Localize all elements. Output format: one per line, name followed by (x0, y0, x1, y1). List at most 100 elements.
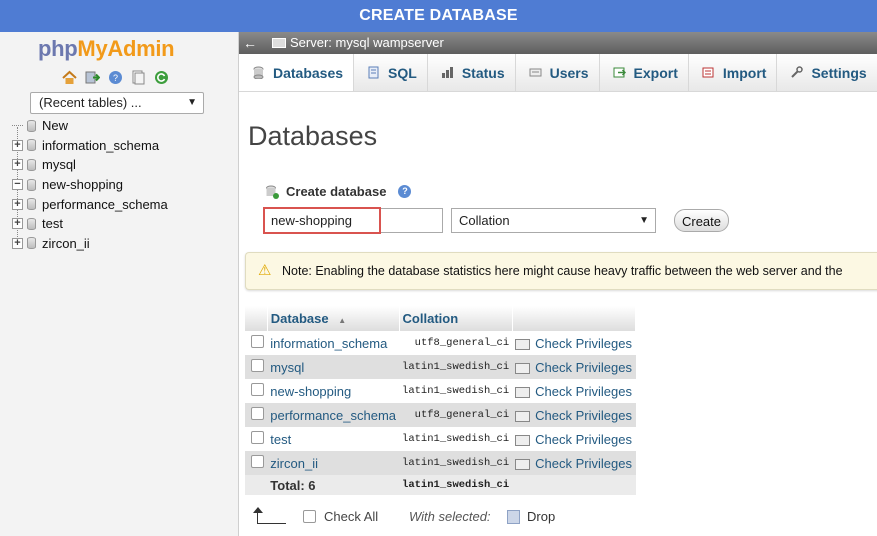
table-row: mysql latin1_swedish_ci Check Privileges (245, 355, 636, 379)
tree-item-label[interactable]: new-shopping (42, 177, 123, 192)
tab-label: Import (722, 64, 767, 81)
tree-item-test[interactable]: + test (0, 214, 238, 234)
back-arrow-icon[interactable]: ← (243, 32, 257, 54)
check-privileges-link[interactable]: Check Privileges (512, 355, 636, 379)
row-checkbox[interactable] (251, 383, 264, 396)
check-all-checkbox[interactable] (303, 510, 316, 523)
expand-icon[interactable]: + (12, 198, 23, 210)
collation-select[interactable]: Collation ▼ (451, 208, 656, 233)
tree-item-label[interactable]: mysql (42, 157, 76, 172)
check-privileges-label[interactable]: Check Privileges (535, 360, 632, 375)
settings-icon (791, 66, 804, 78)
expand-icon[interactable]: + (12, 139, 23, 151)
tree-item-new[interactable]: New (0, 116, 238, 136)
row-checkbox[interactable] (251, 431, 264, 444)
check-privileges-label[interactable]: Check Privileges (535, 384, 632, 399)
tree-item-label[interactable]: performance_schema (42, 197, 168, 212)
tab-label: Users (549, 64, 589, 81)
check-privileges-label[interactable]: Check Privileges (535, 408, 632, 423)
database-link[interactable]: information_schema (270, 336, 387, 351)
database-link[interactable]: test (270, 432, 291, 447)
row-checkbox[interactable] (251, 455, 264, 468)
tab-label: Status (461, 64, 505, 81)
tree-item-label[interactable]: zircon_ii (42, 236, 90, 251)
check-privileges-link[interactable]: Check Privileges (512, 403, 636, 427)
check-all-control[interactable]: Check All (303, 509, 378, 524)
page-title: Databases (248, 121, 378, 151)
header-database[interactable]: Database ▲ (267, 306, 400, 331)
privileges-icon (515, 410, 531, 422)
logo-php-text: php (38, 36, 78, 61)
table-row: zircon_ii latin1_swedish_ci Check Privil… (245, 451, 636, 475)
collation-value: utf8_general_ci (399, 403, 513, 427)
tree-item-mysql[interactable]: + mysql (0, 155, 238, 175)
docs-icon[interactable] (131, 70, 146, 85)
database-tree: New + information_schema + mysql − new-s… (0, 116, 238, 253)
check-privileges-label[interactable]: Check Privileges (535, 336, 632, 351)
tree-item-label[interactable]: New (42, 118, 68, 133)
expand-icon[interactable]: + (12, 218, 23, 230)
check-privileges-link[interactable]: Check Privileges (512, 331, 636, 355)
header-database-label[interactable]: Database (271, 311, 329, 326)
database-icon (27, 158, 36, 171)
reload-icon[interactable] (154, 70, 169, 85)
table-row: information_schema utf8_general_ci Check… (245, 331, 636, 355)
collation-value: utf8_general_ci (399, 331, 513, 355)
tab-export[interactable]: Export (599, 54, 689, 91)
row-checkbox[interactable] (251, 335, 264, 348)
status-icon (441, 67, 453, 78)
table-row: test latin1_swedish_ci Check Privileges (245, 427, 636, 451)
tab-sql[interactable]: SQL (354, 54, 428, 91)
tab-label: Settings (811, 64, 867, 81)
logout-icon[interactable] (85, 70, 100, 85)
tab-databases[interactable]: Databases (239, 54, 355, 91)
tab-status[interactable]: Status (427, 54, 516, 91)
tree-item-zircon-ii[interactable]: + zircon_ii (0, 234, 238, 254)
logo-admin-text: MyAdmin (77, 36, 175, 61)
drop-label[interactable]: Drop (527, 509, 555, 524)
check-all-label[interactable]: Check All (324, 509, 378, 524)
check-privileges-link[interactable]: Check Privileges (512, 451, 636, 475)
home-icon[interactable] (62, 70, 77, 85)
collation-value: latin1_swedish_ci (399, 427, 513, 451)
collation-select-value: Collation (459, 213, 510, 228)
create-database-heading: Create database ? (265, 184, 412, 199)
database-link[interactable]: new-shopping (270, 384, 351, 399)
check-privileges-link[interactable]: Check Privileges (512, 379, 636, 403)
check-privileges-link[interactable]: Check Privileges (512, 427, 636, 451)
server-breadcrumb[interactable]: Server: mysql wampserver (290, 32, 444, 54)
chevron-down-icon: ▼ (187, 97, 197, 108)
privileges-icon (515, 362, 531, 374)
row-checkbox[interactable] (251, 407, 264, 420)
tree-item-new-shopping[interactable]: − new-shopping (0, 175, 238, 195)
database-link[interactable]: mysql (270, 360, 304, 375)
help-icon[interactable]: ? (108, 70, 123, 85)
database-name-input[interactable] (264, 208, 443, 233)
sort-arrow-icon[interactable]: ▲ (338, 316, 346, 325)
phpmyadmin-logo[interactable]: phpMyAdmin (38, 36, 175, 62)
check-privileges-label[interactable]: Check Privileges (535, 432, 632, 447)
drop-button[interactable]: Drop (507, 509, 555, 524)
tab-users[interactable]: Users (515, 54, 600, 91)
tree-item-information-schema[interactable]: + information_schema (0, 136, 238, 156)
tree-item-label[interactable]: information_schema (42, 138, 159, 153)
database-link[interactable]: performance_schema (270, 408, 396, 423)
quick-icons: ? (62, 70, 169, 85)
total-spacer (512, 475, 636, 495)
tab-import[interactable]: Import (688, 54, 778, 91)
expand-icon[interactable]: + (12, 159, 23, 171)
tree-item-label[interactable]: test (42, 216, 63, 231)
table-total-row: Total: 6 latin1_swedish_ci (245, 475, 636, 495)
row-checkbox[interactable] (251, 359, 264, 372)
expand-icon[interactable]: + (12, 237, 23, 249)
tab-settings[interactable]: Settings (777, 54, 877, 91)
check-privileges-label[interactable]: Check Privileges (535, 456, 632, 471)
table-row: new-shopping latin1_swedish_ci Check Pri… (245, 379, 636, 403)
create-button[interactable]: Create (674, 209, 729, 232)
recent-tables-select[interactable]: (Recent tables) ... ▼ (30, 92, 204, 114)
header-collation[interactable]: Collation (399, 306, 513, 331)
help-icon[interactable]: ? (398, 185, 412, 198)
tree-item-performance-schema[interactable]: + performance_schema (0, 194, 238, 214)
collapse-icon[interactable]: − (12, 179, 23, 191)
database-link[interactable]: zircon_ii (270, 456, 318, 471)
